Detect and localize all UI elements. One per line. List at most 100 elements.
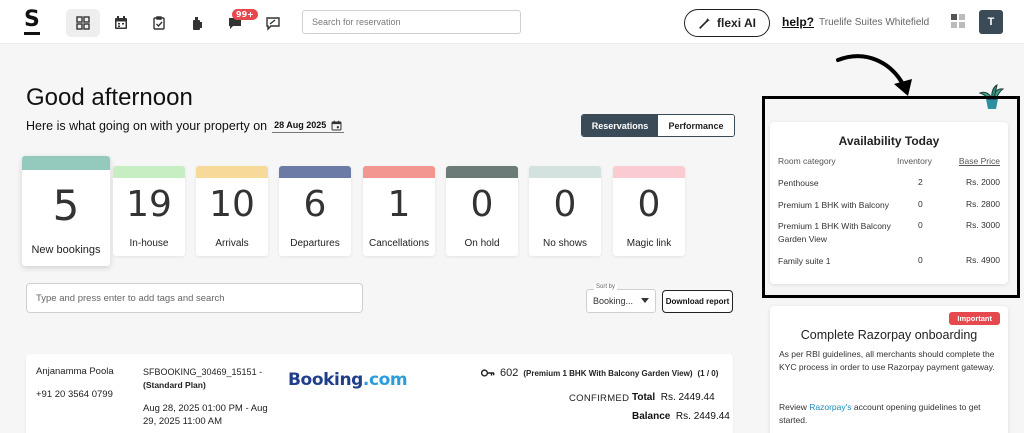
total-amount: Total Rs. 2449.44 [632,392,715,403]
reservation-row[interactable]: Anjanamma Poola +91 20 3564 0799 SFBOOKI… [26,354,733,433]
stat-label: New bookings [31,244,101,256]
total-value: Rs. 2449.44 [660,392,715,403]
col-room-category: Room category [778,156,836,166]
calendar-icon [331,120,342,130]
availability-row-price: Rs. 2000 [965,177,1000,187]
razorpay-body: As per RBI guidelines, all merchants sho… [779,349,995,372]
magic-wand-icon [699,17,711,29]
stat-label: Arrivals [215,238,249,249]
availability-row-inventory: 0 [918,220,923,230]
key-icon [481,369,495,377]
stat-value: 6 [303,184,327,225]
stat-label: No shows [543,238,587,249]
date-picker[interactable]: 28 Aug 2025 [272,120,345,133]
stat-color-strip [613,166,685,178]
property-name[interactable]: Truelife Suites Whitefield [819,17,929,28]
room-number: 602 [500,367,519,379]
stat-color-strip [196,166,268,178]
availability-row-category: Family suite 1 [778,256,831,266]
sort-by-value: Booking... [593,296,634,306]
nav-reviews-icon[interactable] [256,9,290,37]
booking-status: CONFIRMED [569,393,630,404]
stat-label: On hold [464,238,500,249]
greeting-subtitle: Here is what going on with your property… [26,119,268,133]
availability-row-category: Penthouse [778,178,819,188]
nav-calendar-icon[interactable] [104,9,138,37]
stat-card-cancellations[interactable]: 1 Cancellations [363,166,435,256]
stat-label: In-house [129,238,169,249]
flexi-ai-button[interactable]: flexi AI [684,9,770,37]
sort-by-select[interactable]: Booking... [586,289,656,313]
review-prefix: Review [779,402,807,412]
apps-grid-icon[interactable] [951,14,965,28]
balance-amount: Balance Rs. 2449.44 [632,411,730,422]
stat-color-strip [529,166,601,178]
stat-value: 10 [209,184,255,225]
download-report-button[interactable]: Download report [662,290,733,313]
stat-color-strip [22,156,110,170]
stat-card-on-hold[interactable]: 0 On hold [446,166,518,256]
important-badge: Important [949,312,1000,325]
stat-value: 5 [52,181,80,230]
stat-value: 1 [387,184,411,225]
tab-performance[interactable]: Performance [658,115,734,136]
stat-label: Departures [290,238,340,249]
booking-id: SFBOOKING_30469_15151 - [143,367,263,377]
booking-com-logo: Booking.com [288,370,408,390]
stay-dates: Aug 28, 2025 01:00 PM - Aug 29, 2025 11:… [143,403,268,427]
nav-housekeeping-icon[interactable] [180,9,214,37]
col-inventory: Inventory [897,156,932,166]
sort-by-label: Sort by [594,284,618,290]
razorpay-guidelines-link[interactable]: Razorpay's [809,402,851,412]
availability-row-price: Rs. 3000 [965,220,1000,230]
stat-value: 19 [126,184,172,225]
channel-suffix: .com [362,370,408,390]
availability-row-price: Rs. 2800 [965,199,1000,209]
balance-value: Rs. 2449.44 [675,411,730,422]
page-title: Good afternoon [26,84,193,111]
tab-reservations[interactable]: Reservations [582,115,658,136]
razorpay-title: Complete Razorpay onboarding [800,328,978,342]
razorpay-onboarding-card: Important Complete Razorpay onboarding A… [770,306,1008,433]
availability-row-price: Rs. 4900 [965,255,1000,265]
nav-checklist-icon[interactable] [142,9,176,37]
availability-row-inventory: 2 [918,177,923,187]
total-label: Total [632,392,656,403]
channel-name: Booking [288,370,363,390]
reservation-search-input[interactable] [302,10,521,34]
availability-card: Availability Today Room category Invento… [770,122,1008,284]
col-base-price[interactable]: Base Price [959,156,1000,166]
stat-color-strip [363,166,435,178]
stat-card-magic-link[interactable]: 0 Magic link [613,166,685,256]
availability-title: Availability Today [838,134,940,148]
annotation-arrow-icon [836,54,912,96]
room-info: 602 (Premium 1 BHK With Balcony Garden V… [481,367,718,379]
stat-card-new-bookings[interactable]: 5 New bookings [22,156,110,266]
flexi-ai-label: flexi AI [717,16,756,30]
guest-name: Anjanamma Poola [36,366,114,377]
stat-card-in-house[interactable]: 19 In-house [113,166,185,256]
balance-label: Balance [632,411,671,422]
stat-label: Cancellations [368,238,430,249]
nav-dashboard-icon[interactable] [66,9,100,37]
stat-color-strip [113,166,185,178]
greeting-subtitle-row: Here is what going on with your property… [26,119,345,133]
view-toggle: Reservations Performance [581,114,735,137]
availability-row-category: Premium 1 BHK With Balcony Garden View [778,221,891,244]
top-bar: S 99+ flexi AI help? Truelife Suites Whi… [0,0,1024,44]
tag-search-input[interactable] [26,283,363,313]
caret-down-icon [641,298,649,303]
app-logo[interactable]: S [24,9,40,35]
stat-card-departures[interactable]: 6 Departures [279,166,351,256]
rate-plan: (Standard Plan) [143,380,206,390]
stat-label: Magic link [626,238,672,249]
guest-phone: +91 20 3564 0799 [36,389,113,400]
user-avatar[interactable]: T [979,10,1003,34]
stat-color-strip [446,166,518,178]
availability-row-inventory: 0 [918,255,923,265]
stat-card-arrivals[interactable]: 10 Arrivals [196,166,268,256]
stat-color-strip [279,166,351,178]
stat-card-no-shows[interactable]: 0 No shows [529,166,601,256]
help-link[interactable]: help? [782,15,814,29]
availability-row-inventory: 0 [918,199,923,209]
